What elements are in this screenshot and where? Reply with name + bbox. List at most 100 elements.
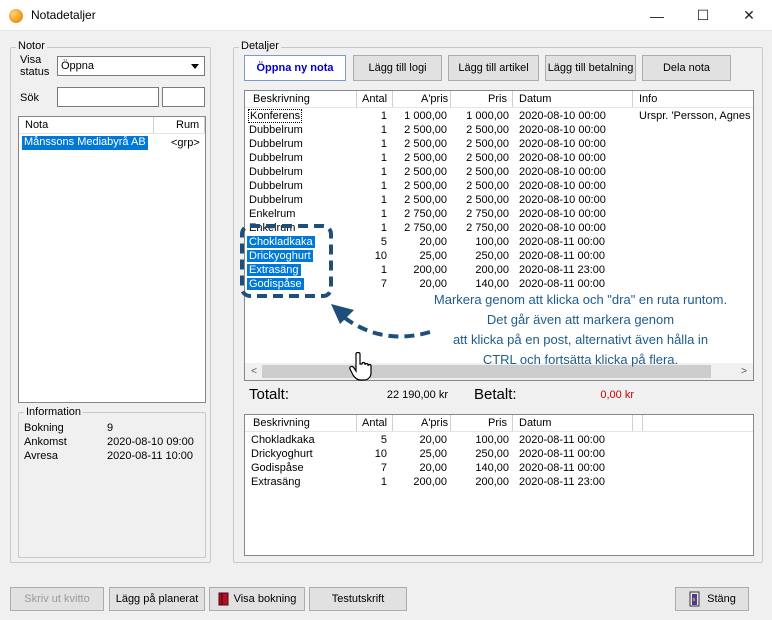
cell-datum: 2020-08-10 00:00	[519, 208, 606, 220]
nota-list[interactable]: Nota Rum Månssons Mediabyrå AB <grp>	[18, 116, 206, 403]
datum-column-header[interactable]: Datum	[519, 417, 551, 429]
pris-column-header[interactable]: Pris	[488, 417, 507, 429]
cell-datum: 2020-08-10 00:00	[519, 110, 606, 122]
info-value: 9	[107, 422, 114, 434]
table-row[interactable]: Godispåse 7 20,00 140,00 2020-08-11 00:00	[245, 462, 753, 476]
table-row[interactable]: Drickyoghurt 10 25,00 250,00 2020-08-11 00:0…	[245, 448, 753, 462]
info-row-ankomst: Ankomst 2020-08-10 09:00	[24, 436, 204, 450]
list-item[interactable]: Månssons Mediabyrå AB	[22, 136, 148, 150]
cell-apris: 20,00	[419, 462, 447, 474]
cell-apris: 2 500,00	[404, 194, 447, 206]
cell-pris: 2 750,00	[466, 208, 509, 220]
table-row[interactable]: Dubbelrum 1 2 500,00 2 500,00 2020-08-10 00:…	[245, 124, 753, 138]
table-row[interactable]: Dubbelrum 1 2 500,00 2 500,00 2020-08-10 00:…	[245, 166, 753, 180]
nota-name: Månssons Mediabyrå AB	[22, 136, 148, 150]
cell-antal: 1	[380, 124, 387, 136]
apris-column-header[interactable]: A'pris	[421, 417, 448, 429]
table-row[interactable]: Dubbelrum 1 2 500,00 2 500,00 2020-08-10 00:…	[245, 152, 753, 166]
info-label: Avresa	[24, 450, 59, 462]
add-logi-button[interactable]: Lägg till logi	[353, 55, 442, 81]
cell-pris: 2 500,00	[466, 180, 509, 192]
close-button[interactable]: Stäng	[675, 587, 749, 611]
table-row[interactable]: Dubbelrum 1 2 500,00 2 500,00 2020-08-10 00:…	[245, 138, 753, 152]
test-print-button[interactable]: Testutskrift	[309, 587, 407, 611]
info-column-header[interactable]: Info	[639, 93, 657, 105]
visa-status-label-line2: status	[20, 66, 50, 78]
cell-apris: 2 500,00	[404, 180, 447, 192]
selection-list[interactable]: Beskrivning Antal A'pris Pris Datum Chok…	[244, 414, 754, 556]
info-row-avresa: Avresa 2020-08-11 10:00	[24, 450, 204, 464]
table-row[interactable]: Extrasäng 1 200,00 200,00 2020-08-11 23:00	[245, 476, 753, 490]
table-row[interactable]: Dubbelrum 1 2 500,00 2 500,00 2020-08-10 00:…	[245, 194, 753, 208]
antal-column-header[interactable]: Antal	[362, 93, 387, 105]
print-receipt-button[interactable]: Skriv ut kvitto	[10, 587, 104, 611]
annotation-line-1: Markera genom att klicka och "dra" en ru…	[433, 292, 728, 307]
datum-column-header[interactable]: Datum	[519, 93, 551, 105]
title-bar: Notadetaljer — ☐ ✕	[0, 0, 772, 31]
cell-antal: 1	[380, 194, 387, 206]
antal-column-header[interactable]: Antal	[362, 417, 387, 429]
cell-antal: 5	[380, 434, 387, 446]
table-row[interactable]: Dubbelrum 1 2 500,00 2 500,00 2020-08-10 00:…	[245, 180, 753, 194]
info-value: 2020-08-10 09:00	[107, 436, 194, 448]
split-nota-button[interactable]: Dela nota	[642, 55, 731, 81]
hand-cursor-icon	[349, 352, 372, 381]
add-planned-button[interactable]: Lägg på planerat	[109, 587, 205, 611]
add-betalning-button[interactable]: Lägg till betalning	[545, 55, 636, 81]
status-dropdown-button[interactable]	[187, 58, 203, 74]
cell-info: Urspr. 'Persson, Agnes (	[639, 110, 754, 122]
status-select[interactable]: Öppna	[57, 56, 205, 76]
cell-beskrivning: Extrasäng	[251, 476, 301, 488]
nota-column-header[interactable]: Nota	[25, 119, 48, 131]
close-window-button[interactable]: ✕	[726, 0, 772, 31]
apris-column-header[interactable]: A'pris	[421, 93, 448, 105]
cell-apris: 2 500,00	[404, 138, 447, 150]
minimize-button[interactable]: —	[634, 0, 680, 31]
pris-column-header[interactable]: Pris	[488, 93, 507, 105]
cell-apris: 200,00	[413, 476, 447, 488]
cell-pris: 250,00	[475, 448, 509, 460]
search-input[interactable]	[57, 87, 159, 107]
open-new-nota-button[interactable]: Öppna ny nota	[244, 55, 346, 81]
cell-apris: 20,00	[419, 434, 447, 446]
cell-datum: 2020-08-10 00:00	[519, 152, 606, 164]
cell-antal: 1	[380, 476, 387, 488]
totalt-label: Totalt:	[249, 386, 290, 403]
sok-label: Sök	[20, 92, 39, 104]
book-icon	[218, 592, 229, 606]
minimize-icon: —	[650, 7, 664, 24]
cell-beskrivning: Dubbelrum	[249, 124, 303, 136]
totalt-value: 22 190,00 kr	[386, 389, 448, 401]
cell-pris: 2 500,00	[466, 124, 509, 136]
nota-list-header: Nota Rum	[19, 117, 205, 134]
annotation-line-2: Det går även att markera genom	[486, 312, 675, 327]
selection-rectangle	[240, 224, 333, 298]
cell-antal: 7	[380, 462, 387, 474]
rum-column-header[interactable]: Rum	[176, 119, 199, 131]
cell-pris: 200,00	[475, 476, 509, 488]
cell-pris: 2 500,00	[466, 194, 509, 206]
maximize-icon: ☐	[696, 7, 710, 23]
cell-antal: 1	[380, 208, 387, 220]
search-room-input[interactable]	[162, 87, 205, 107]
annotation-text: Markera genom att klicka och "dra" en ru…	[408, 290, 753, 370]
cell-pris: 2 500,00	[466, 166, 509, 178]
cell-beskrivning: Dubbelrum	[249, 180, 303, 192]
cell-beskrivning: Drickyoghurt	[251, 448, 313, 460]
visa-status-label: Visa status	[20, 54, 49, 78]
app-icon	[9, 9, 23, 23]
cell-pris: 100,00	[475, 434, 509, 446]
cell-apris: 25,00	[419, 448, 447, 460]
show-booking-button[interactable]: Visa bokning	[209, 587, 305, 611]
cell-datum: 2020-08-10 00:00	[519, 138, 606, 150]
beskrivning-column-header[interactable]: Beskrivning	[253, 93, 310, 105]
cell-apris: 2 750,00	[404, 208, 447, 220]
beskrivning-column-header[interactable]: Beskrivning	[253, 417, 310, 429]
add-artikel-button[interactable]: Lägg till artikel	[448, 55, 539, 81]
table-row[interactable]: Konferens 1 1 000,00 1 000,00 2020-08-10 00:…	[245, 109, 754, 124]
table-row[interactable]: Chokladkaka 5 20,00 100,00 2020-08-11 00:00	[245, 434, 753, 448]
cell-datum: 2020-08-10 00:00	[519, 166, 606, 178]
cell-datum: 2020-08-10 00:00	[519, 194, 606, 206]
nota-rum: <grp>	[171, 137, 200, 149]
maximize-button[interactable]: ☐	[680, 0, 726, 31]
